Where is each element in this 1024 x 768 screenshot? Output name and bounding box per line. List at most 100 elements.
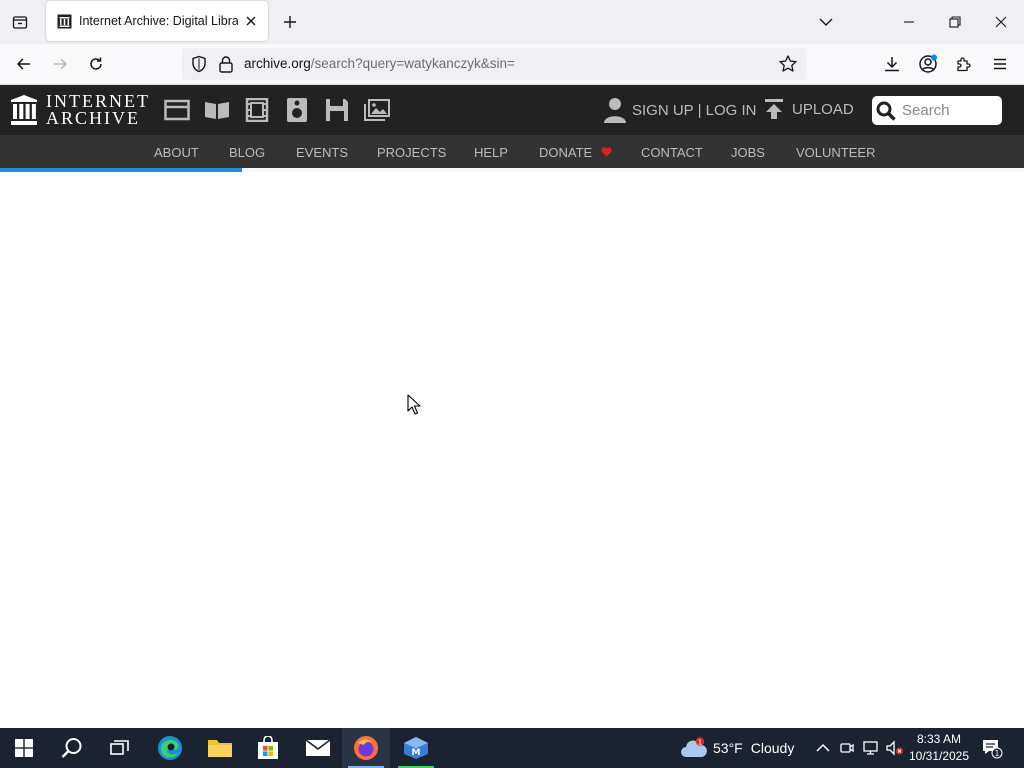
app-menu-button[interactable] xyxy=(986,50,1014,78)
forward-button[interactable] xyxy=(46,50,74,78)
taskbar-file-explorer[interactable] xyxy=(196,728,244,768)
page-content-area xyxy=(0,172,1024,728)
minimize-icon xyxy=(904,21,914,23)
logo-line-archive: ARCHIVE xyxy=(46,108,140,128)
close-window-button[interactable] xyxy=(978,0,1024,44)
back-button[interactable] xyxy=(10,50,38,78)
mouse-cursor-icon xyxy=(407,394,421,415)
browser-tab-active[interactable]: Internet Archive: Digital Library xyxy=(46,1,268,41)
sign-up-log-in-link[interactable]: SIGN UP | LOG IN xyxy=(604,97,756,123)
new-tab-button[interactable] xyxy=(278,10,302,34)
extensions-button[interactable] xyxy=(950,50,978,78)
tab-title: Internet Archive: Digital Library xyxy=(79,14,238,28)
nav-blog[interactable]: BLOG xyxy=(229,145,265,160)
upload-arrow-icon xyxy=(765,99,783,119)
url-path: /search?query=watykanczyk&sin= xyxy=(310,56,515,71)
bookmark-star-icon[interactable] xyxy=(778,54,798,74)
taskbar-mail[interactable] xyxy=(294,728,342,768)
system-clock[interactable]: 8:33 AM 10/31/2025 xyxy=(906,731,972,765)
nav-volunteer[interactable]: VOLUNTEER xyxy=(796,145,875,160)
reload-button[interactable] xyxy=(82,50,110,78)
texts-icon[interactable] xyxy=(204,97,230,123)
task-view-icon xyxy=(110,740,129,755)
user-icon xyxy=(604,98,626,123)
restore-button[interactable] xyxy=(932,0,978,44)
taskbar-store[interactable] xyxy=(244,728,292,768)
tracking-protection-shield-icon[interactable] xyxy=(190,55,208,73)
windows-taskbar: M 1 53°F Cloudy 8:33 AM 10/31/2025 1 xyxy=(0,728,1024,768)
url-text[interactable]: archive.org/search?query=watykanczyk&sin… xyxy=(244,56,515,71)
app-box-icon: M xyxy=(404,737,428,759)
nav-projects[interactable]: PROJECTS xyxy=(377,145,446,160)
nav-events[interactable]: EVENTS xyxy=(296,145,348,160)
nav-about[interactable]: ABOUT xyxy=(154,145,199,160)
upload-link[interactable]: UPLOAD xyxy=(764,98,854,120)
mail-envelope-icon xyxy=(305,739,331,756)
weather-condition: Cloudy xyxy=(750,740,795,756)
task-view-button[interactable] xyxy=(96,728,144,768)
url-bar[interactable]: archive.org/search?query=watykanczyk&sin… xyxy=(182,48,806,80)
chevron-down-icon xyxy=(819,18,833,26)
search-icon xyxy=(876,101,896,121)
chevron-up-icon xyxy=(816,743,830,752)
hamburger-menu-icon xyxy=(994,58,1006,70)
heart-icon xyxy=(601,147,612,157)
ia-search-box[interactable] xyxy=(872,96,1002,125)
network-tray[interactable] xyxy=(862,739,880,757)
navigation-toolbar: archive.org/search?query=watykanczyk&sin… xyxy=(0,44,1024,85)
volume-tray[interactable] xyxy=(886,739,904,757)
start-button[interactable] xyxy=(0,728,48,768)
images-icon[interactable] xyxy=(364,97,390,123)
clock-date: 10/31/2025 xyxy=(908,749,970,763)
weather-temperature: 53°F xyxy=(713,740,743,756)
show-hidden-icons-button[interactable] xyxy=(814,739,832,757)
tab-strip: Internet Archive: Digital Library xyxy=(0,0,1024,44)
camera-icon xyxy=(840,743,854,753)
network-icon xyxy=(863,741,878,755)
video-icon[interactable] xyxy=(244,97,270,123)
web-icon[interactable] xyxy=(164,97,190,123)
weather-widget[interactable]: 1 53°F Cloudy xyxy=(680,728,794,768)
internet-archive-favicon-icon xyxy=(56,13,72,29)
arrow-left-icon xyxy=(16,58,30,70)
arrow-right-icon xyxy=(54,58,68,70)
search-input[interactable] xyxy=(902,102,998,119)
meet-now-tray[interactable] xyxy=(838,739,856,757)
search-icon xyxy=(61,738,82,758)
archive-building-icon xyxy=(11,95,37,125)
lock-icon[interactable] xyxy=(218,55,234,73)
url-host: archive.org xyxy=(244,56,311,71)
minimize-button[interactable] xyxy=(886,0,932,44)
plus-icon xyxy=(284,16,296,28)
audio-icon[interactable] xyxy=(284,97,310,123)
weather-badge: 1 xyxy=(698,739,702,747)
firefox-view-icon xyxy=(12,16,28,29)
account-button[interactable] xyxy=(914,50,942,78)
nav-contact[interactable]: CONTACT xyxy=(641,145,703,160)
taskbar-search-button[interactable] xyxy=(48,728,96,768)
windows-logo-icon xyxy=(15,739,33,757)
taskbar-edge[interactable] xyxy=(146,728,194,768)
firefox-view-button[interactable] xyxy=(6,8,34,36)
nav-donate[interactable]: DONATE xyxy=(539,145,612,160)
clock-time: 8:33 AM xyxy=(916,732,962,746)
internet-archive-logo[interactable]: INTERNET ARCHIVE xyxy=(10,92,150,128)
download-icon xyxy=(885,57,899,72)
downloads-button[interactable] xyxy=(878,50,906,78)
taskbar-app-open[interactable]: M xyxy=(392,728,440,768)
notification-count: 1 xyxy=(995,749,1000,758)
close-tab-icon[interactable] xyxy=(242,12,260,30)
notification-center-button[interactable]: 1 xyxy=(980,736,1004,760)
nav-jobs[interactable]: JOBS xyxy=(731,145,765,160)
list-all-tabs-button[interactable] xyxy=(812,10,840,34)
software-icon[interactable] xyxy=(324,97,350,123)
volume-muted-icon xyxy=(886,740,903,756)
store-bag-icon xyxy=(258,736,278,759)
reload-icon xyxy=(90,57,102,70)
ia-secondary-nav: ABOUT BLOG EVENTS PROJECTS HELP DONATE C… xyxy=(0,135,1024,168)
svg-text:M: M xyxy=(412,748,421,758)
folder-icon xyxy=(208,740,232,757)
nav-help[interactable]: HELP xyxy=(474,145,508,160)
edge-icon xyxy=(158,736,182,760)
taskbar-firefox[interactable] xyxy=(342,728,390,768)
